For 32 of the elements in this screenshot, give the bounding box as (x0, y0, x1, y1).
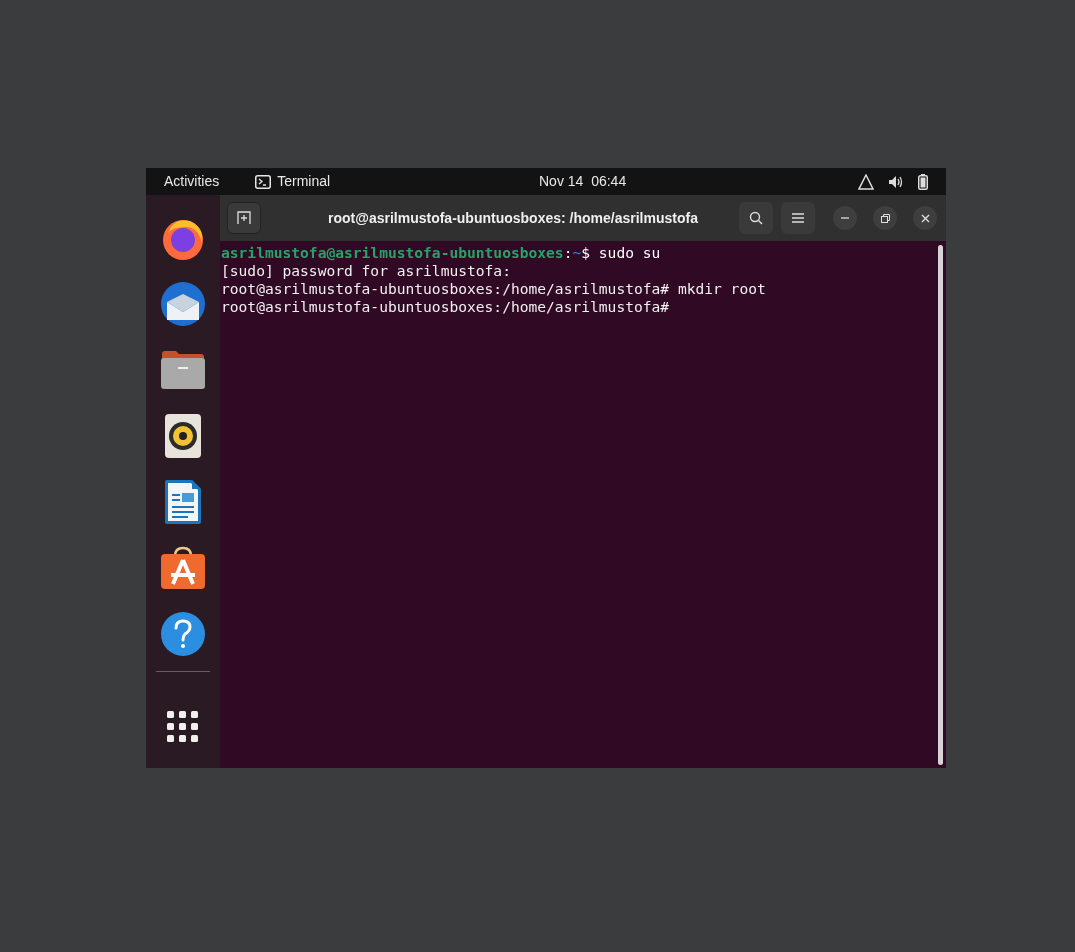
menu-icon (792, 213, 804, 223)
search-button[interactable] (739, 202, 773, 234)
terminal-line: root@asrilmustofa-ubuntuosboxes:/home/asrilmustofa# (221, 298, 671, 316)
document-icon[interactable] (164, 479, 202, 525)
terminal-line: asrilmustofa@asrilmustofa-ubuntuosboxes:~$ sudo su (221, 244, 662, 262)
minimize-button[interactable] (833, 206, 857, 230)
help-icon[interactable] (160, 611, 206, 657)
restore-icon (880, 213, 890, 223)
close-button[interactable] (913, 206, 937, 230)
terminal-icon (255, 174, 272, 189)
volume-icon[interactable] (888, 174, 904, 189)
battery-icon[interactable] (918, 173, 928, 190)
shopping-bag-icon[interactable] (160, 546, 206, 590)
new-tab-icon (237, 211, 251, 225)
speaker-icon[interactable] (164, 413, 202, 459)
app-grid-icon[interactable] (167, 711, 199, 743)
menu-button[interactable] (781, 202, 815, 234)
folder-icon[interactable] (160, 350, 206, 390)
terminal-line: [sudo] password for asrilmustofa: (221, 262, 512, 280)
network-icon[interactable] (858, 173, 874, 190)
activities-button[interactable]: Activities (164, 171, 220, 192)
scrollbar[interactable] (938, 245, 943, 765)
maximize-button[interactable] (873, 206, 897, 230)
new-tab-button[interactable] (227, 202, 261, 234)
terminal-line: root@asrilmustofa-ubuntuosboxes:/home/asrilmustofa# mkdir root (221, 280, 767, 298)
minimize-icon (841, 217, 849, 219)
close-icon (920, 213, 930, 223)
search-icon (749, 211, 763, 225)
app-menu-label[interactable]: Terminal (277, 171, 331, 192)
window-title: root@asrilmustofa-ubuntuosboxes: /home/asrilmustofa (327, 208, 699, 228)
clock[interactable]: Nov 14 06:44 (539, 171, 627, 192)
terminal-area[interactable]: asrilmustofa@asrilmustofa-ubuntuosboxes:~$ sudo su [sudo] password for asrilmustofa: root@asrilmustofa-ubuntuosboxes:/home/asrilmustofa# mkdir root root@asrilmustofa-ubuntuosboxes:/home/asrilmustofa# (220, 241, 946, 768)
